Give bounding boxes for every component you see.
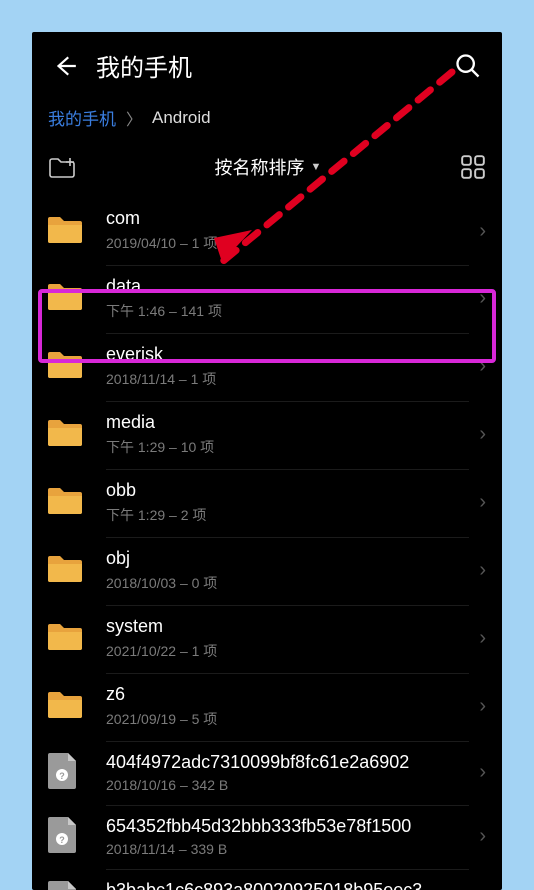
svg-text:?: ?	[59, 771, 65, 781]
folder-row[interactable]: system 2021/10/22 – 1 项 ›	[32, 604, 502, 672]
svg-text:?: ?	[59, 835, 65, 845]
back-icon[interactable]	[52, 53, 78, 79]
row-text: obb 下午 1:29 – 2 项	[106, 478, 469, 538]
folder-icon	[46, 620, 90, 656]
row-text: media 下午 1:29 – 10 项	[106, 410, 469, 470]
item-meta: 2018/11/14 – 1 项	[106, 369, 469, 389]
folder-row[interactable]: com 2019/04/10 – 1 项 ›	[32, 198, 502, 264]
row-text: system 2021/10/22 – 1 项	[106, 614, 469, 674]
item-name: com	[106, 208, 469, 229]
file-list: com 2019/04/10 – 1 项 › data 下午 1:46 – 141 项 ›…	[32, 198, 502, 890]
chevron-right-icon: ›	[479, 491, 486, 514]
item-name: b3babc1c6c893a80020925018b95eec3	[106, 880, 469, 890]
item-name: system	[106, 616, 469, 637]
breadcrumb: 我的手机 〉 Android	[32, 91, 502, 140]
item-name: z6	[106, 684, 469, 705]
row-text: data 下午 1:46 – 141 项	[106, 274, 469, 334]
folder-icon	[46, 688, 90, 724]
folder-icon	[46, 348, 90, 384]
chevron-right-icon: ›	[479, 825, 486, 848]
chevron-right-icon: ›	[479, 220, 486, 243]
page-title: 我的手机	[96, 48, 436, 83]
item-meta: 下午 1:46 – 141 项	[106, 301, 469, 321]
item-meta: 2018/10/16 – 342 B	[106, 777, 469, 793]
item-name: data	[106, 276, 469, 297]
folder-row[interactable]: media 下午 1:29 – 10 项 ›	[32, 400, 502, 468]
folder-icon	[46, 552, 90, 588]
folder-row[interactable]: obj 2018/10/03 – 0 项 ›	[32, 536, 502, 604]
row-text: 404f4972adc7310099bf8fc61e2a6902 2018/10/…	[106, 750, 469, 806]
folder-row[interactable]: everisk 2018/11/14 – 1 项 ›	[32, 332, 502, 400]
folder-row[interactable]: obb 下午 1:29 – 2 项 ›	[32, 468, 502, 536]
folder-icon	[46, 416, 90, 452]
new-folder-icon[interactable]	[48, 155, 76, 179]
item-meta: 下午 1:29 – 2 项	[106, 505, 469, 525]
item-meta: 2021/10/22 – 1 项	[106, 641, 469, 661]
chevron-right-icon: ›	[479, 627, 486, 650]
item-name: obb	[106, 480, 469, 501]
item-name: obj	[106, 548, 469, 569]
chevron-right-icon: ›	[479, 559, 486, 582]
breadcrumb-root[interactable]: 我的手机	[48, 105, 116, 130]
chevron-right-icon: ›	[479, 355, 486, 378]
folder-row[interactable]: z6 2021/09/19 – 5 项 ›	[32, 672, 502, 740]
breadcrumb-current: Android	[152, 108, 211, 128]
row-text: b3babc1c6c893a80020925018b95eec32018/12/…	[106, 878, 469, 890]
chevron-right-icon: 〉	[126, 106, 142, 130]
file-row[interactable]: ? 404f4972adc7310099bf8fc61e2a6902 2018/10…	[32, 740, 502, 804]
chevron-right-icon: ›	[479, 287, 486, 310]
unknown-file-icon: ?	[46, 879, 90, 890]
item-meta: 2021/09/19 – 5 项	[106, 709, 469, 729]
row-text: obj 2018/10/03 – 0 项	[106, 546, 469, 606]
folder-icon	[46, 484, 90, 520]
folder-icon	[46, 280, 90, 316]
grid-view-icon[interactable]	[460, 154, 486, 180]
app-header: 我的手机	[32, 32, 502, 91]
unknown-file-icon: ?	[46, 815, 90, 857]
file-row[interactable]: ? 654352fbb45d32bbb333fb53e78f1500 2018/11…	[32, 804, 502, 868]
sort-label: 按名称排序	[215, 154, 305, 180]
unknown-file-icon: ?	[46, 751, 90, 793]
sort-dropdown[interactable]: 按名称排序 ▼	[76, 154, 460, 180]
item-meta: 下午 1:29 – 10 项	[106, 437, 469, 457]
item-name: 654352fbb45d32bbb333fb53e78f1500	[106, 816, 469, 837]
row-text: z6 2021/09/19 – 5 项	[106, 682, 469, 742]
chevron-right-icon: ›	[479, 695, 486, 718]
chevron-right-icon: ›	[479, 423, 486, 446]
folder-icon	[46, 213, 90, 249]
phone-screen: 我的手机 我的手机 〉 Android 按名称排序 ▼ com 2019/04/1…	[32, 32, 502, 890]
search-icon[interactable]	[454, 52, 482, 80]
item-name: 404f4972adc7310099bf8fc61e2a6902	[106, 752, 469, 773]
row-text: com 2019/04/10 – 1 项	[106, 208, 469, 266]
item-name: everisk	[106, 344, 469, 365]
toolbar: 按名称排序 ▼	[32, 140, 502, 198]
file-row[interactable]: ? b3babc1c6c893a80020925018b95eec32018/12…	[32, 868, 502, 890]
row-text: everisk 2018/11/14 – 1 项	[106, 342, 469, 402]
item-meta: 2019/04/10 – 1 项	[106, 233, 469, 253]
item-meta: 2018/11/14 – 339 B	[106, 841, 469, 857]
item-name: media	[106, 412, 469, 433]
item-meta: 2018/10/03 – 0 项	[106, 573, 469, 593]
folder-row[interactable]: data 下午 1:46 – 141 项 ›	[32, 264, 502, 332]
chevron-right-icon: ›	[479, 761, 486, 784]
row-text: 654352fbb45d32bbb333fb53e78f1500 2018/11/…	[106, 814, 469, 870]
triangle-down-icon: ▼	[311, 161, 322, 173]
